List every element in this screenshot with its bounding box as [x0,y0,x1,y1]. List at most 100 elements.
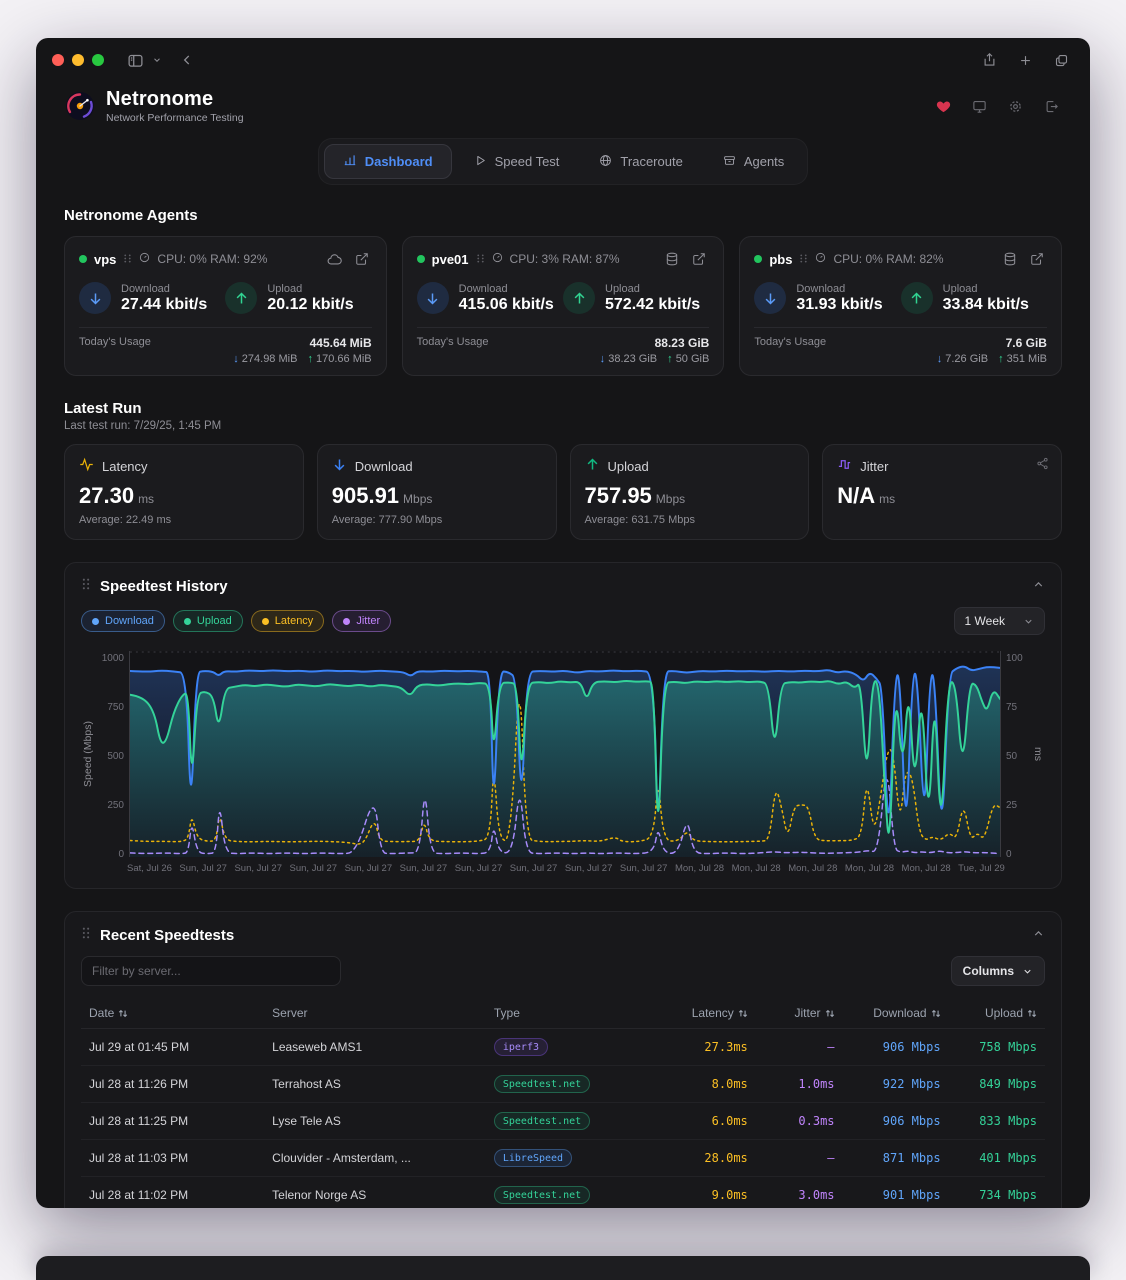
sidebar-toggle-icon[interactable] [122,47,148,73]
agent-card-vps: vps CPU: 0% RAM: 92% Download 27.44 kbit/… [64,236,387,376]
speedtests-table: Date Server Type Latency Jitter Download… [81,998,1045,1208]
metric-card-upload: Upload 757.95 Mbps Average: 631.75 Mbps [569,444,810,540]
x-axis-tick-label: Sun, Jul 27 [619,863,668,874]
back-button[interactable] [174,47,200,73]
server-filter-input[interactable] [81,956,341,986]
collapse-chevron-icon[interactable] [1032,927,1045,943]
up-arrow-icon: ↑ [667,353,673,365]
sort-header-latency[interactable]: Latency [692,1006,748,1020]
x-axis-tick-label: Sun, Jul 27 [454,863,503,874]
download-arrow-icon [79,282,111,314]
chart-plot-area[interactable] [129,651,1001,857]
drag-handle-icon[interactable] [81,926,91,944]
sort-header-date[interactable]: Date [89,1006,128,1020]
latest-run-title: Latest Run [64,400,142,417]
share-icon[interactable] [976,47,1002,73]
columns-dropdown-button[interactable]: Columns [950,956,1045,986]
minimize-window-button[interactable] [72,54,84,66]
agent-name: pve01 [431,251,469,267]
usage-total: 88.23 GiB [654,336,710,350]
database-icon[interactable] [662,249,682,269]
history-chart: Speed (Mbps) 1000 750 500 250 0 100 75 5… [81,651,1045,860]
x-axis-tick-label: Mon, Jul 28 [901,863,951,874]
down-arrow-icon: ↓ [233,353,239,365]
download-arrow-icon [332,457,347,475]
bar-chart-icon [343,153,357,170]
x-axis-tick-label: Mon, Jul 28 [674,863,725,874]
sort-icon [119,1009,128,1017]
table-row[interactable]: Jul 29 at 01:45 PM Leaseweb AMS1 iperf3 … [81,1028,1045,1066]
sort-header-jitter[interactable]: Jitter [795,1006,835,1020]
up-arrow-icon: ↑ [307,353,313,365]
drag-handle-icon[interactable] [476,252,485,266]
x-axis-tick-label: Sun, Jul 27 [509,863,558,874]
chevron-down-icon [1025,619,1032,624]
x-axis-tick-label: Sun, Jul 27 [179,863,227,874]
legend-jitter[interactable]: Jitter [332,610,392,632]
legend-upload[interactable]: Upload [172,610,243,632]
table-row[interactable]: Jul 28 at 11:25 PM Lyse Tele AS Speedtes… [81,1102,1045,1140]
external-link-icon[interactable] [1027,249,1047,269]
external-link-icon[interactable] [689,249,709,269]
tab-agents[interactable]: Agents [705,144,802,179]
table-row[interactable]: Jul 28 at 11:03 PM Clouvider - Amsterdam… [81,1139,1045,1177]
agent-status-dot [416,255,425,263]
sort-icon [931,1009,940,1017]
play-icon [474,154,487,170]
x-axis-tick-label: Sun, Jul 27 [564,863,613,874]
down-arrow-icon: ↓ [936,353,943,365]
upload-arrow-icon [900,282,933,314]
activity-pulse-icon [79,457,94,475]
tab-overview-chevron-icon[interactable] [148,47,166,73]
header-type[interactable]: Type [494,1006,520,1020]
traffic-lights [52,54,104,66]
type-badge: Speedtest.net [493,1075,591,1093]
database-icon[interactable] [1000,249,1020,269]
sort-header-download[interactable]: Download [873,1006,940,1020]
display-theme-icon[interactable] [968,95,990,117]
collapse-chevron-icon[interactable] [1032,578,1045,594]
sort-header-upload[interactable]: Upload [985,1006,1037,1020]
cloud-icon[interactable] [325,249,345,269]
app-header: Netronome Network Performance Testing [64,88,1062,124]
usage-total: 445.64 MiB [309,336,372,350]
favorite-heart-icon[interactable] [932,95,954,117]
y-axis-right-title: ms [1032,747,1044,761]
tabs-overview-icon[interactable] [1048,47,1074,73]
last-test-run-subtitle: Last test run: 7/29/25, 1:45 PM [64,420,222,432]
table-row[interactable]: Jul 28 at 11:26 PM Terrahost AS Speedtes… [81,1065,1045,1103]
x-axis-tick-label: Sun, Jul 27 [289,863,338,874]
table-row[interactable]: Jul 28 at 11:02 PM Telenor Norge AS Spee… [81,1176,1045,1208]
tab-speed-test[interactable]: Speed Test [456,144,578,179]
upload-arrow-icon [585,457,600,475]
agent-upload-speed: 572.42 kbit/s [605,295,701,313]
drag-handle-icon[interactable] [799,252,808,266]
y-axis-left-ticks: 1000 750 500 250 0 [101,653,124,860]
type-badge: LibreSpeed [493,1149,573,1167]
drag-handle-icon[interactable] [123,252,132,266]
tab-traceroute[interactable]: Traceroute [581,144,700,179]
sort-icon [1027,1009,1037,1017]
app-tagline: Network Performance Testing [106,112,244,124]
download-arrow-icon [416,282,449,314]
legend-latency[interactable]: Latency [250,610,325,632]
new-tab-icon[interactable] [1012,47,1038,73]
header-server[interactable]: Server [272,1006,307,1020]
latest-run-section: Latest Run Last test run: 7/29/25, 1:45 … [64,400,1062,540]
legend-download[interactable]: Download [81,610,165,632]
type-badge: iperf3 [493,1038,548,1056]
agent-name: pbs [769,251,793,267]
window-chrome [36,38,1090,82]
logout-icon[interactable] [1040,95,1062,117]
time-range-select[interactable]: 1 Week [953,607,1045,635]
tab-dashboard[interactable]: Dashboard [323,144,452,179]
agent-stats: CPU: 0% RAM: 92% [157,252,268,266]
agent-upload-speed: 33.84 kbit/s [942,295,1029,313]
drag-handle-icon[interactable] [81,577,91,595]
zoom-window-button[interactable] [92,54,104,66]
share-nodes-icon[interactable] [1036,457,1049,473]
external-link-icon[interactable] [352,249,372,269]
metric-card-jitter: Jitter N/A ms [822,444,1062,540]
settings-gear-icon[interactable] [1004,95,1026,117]
close-window-button[interactable] [52,54,64,66]
